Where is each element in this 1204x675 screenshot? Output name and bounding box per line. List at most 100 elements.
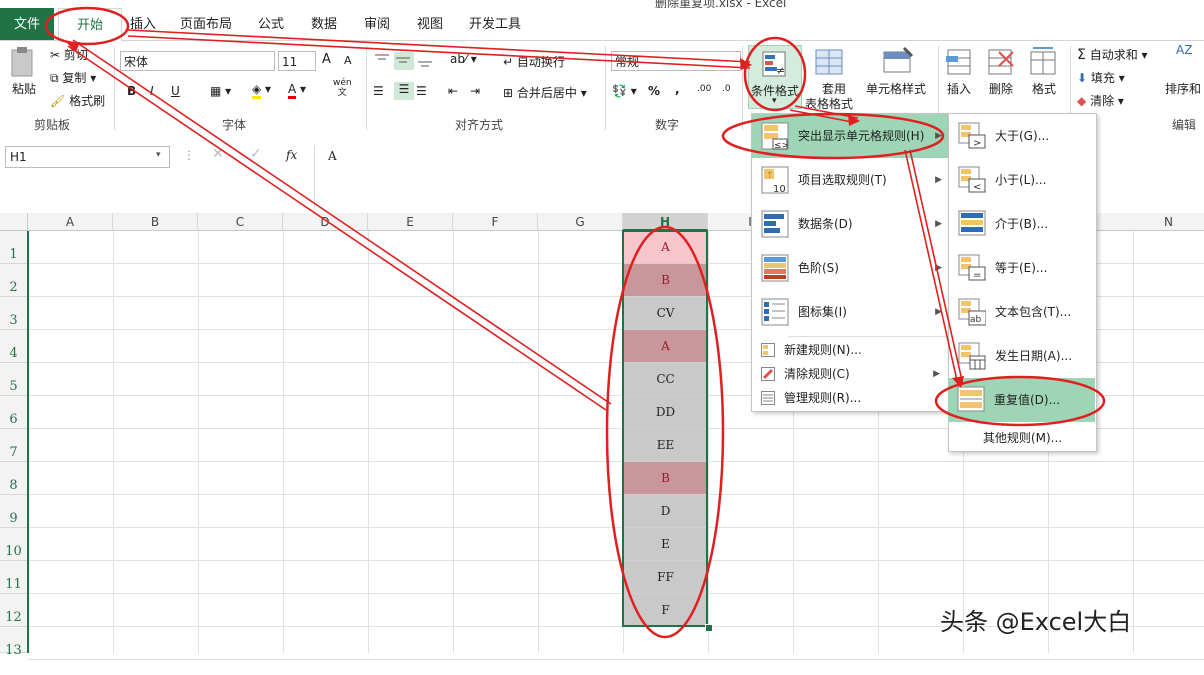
row-header-8[interactable]: 8 (0, 462, 28, 495)
tab-developer[interactable]: 开发工具 (463, 8, 527, 40)
increase-decimal-button[interactable]: .00 (697, 84, 711, 94)
tab-view[interactable]: 视图 (411, 8, 449, 40)
tab-formulas[interactable]: 公式 (252, 8, 290, 40)
tab-insert[interactable]: 插入 (124, 8, 162, 40)
merge-center-button[interactable]: ⊞ 合并后居中 ▾ (503, 84, 587, 101)
menu-duplicate-values[interactable]: 重复值(D)... (948, 378, 1095, 422)
border-button[interactable]: ▦ ▾ (210, 84, 231, 98)
menu-date-occurring[interactable]: 发生日期(A)... (949, 334, 1096, 378)
insert-cells-button[interactable] (944, 46, 974, 81)
row-header-11[interactable]: 11 (0, 561, 28, 594)
accounting-format-button[interactable]: 💱 ▾ (612, 84, 637, 98)
cut-button[interactable]: ✂ 剪切 (50, 46, 88, 63)
row-header-13[interactable]: 13 (0, 627, 28, 658)
font-size-select[interactable]: 11 (278, 51, 316, 71)
font-color-button[interactable]: A ▾ (288, 82, 306, 99)
row-header-2[interactable]: 2 (0, 264, 28, 297)
insert-function-icon[interactable]: fx (286, 148, 297, 162)
gridline-col (453, 231, 454, 653)
tab-data[interactable]: 数据 (305, 8, 343, 40)
row-header-4[interactable]: 4 (0, 330, 28, 363)
enter-icon[interactable]: ✓ (250, 146, 262, 162)
menu-highlight-cells-rules[interactable]: ≤> 突出显示单元格规则(H) ▶ (752, 114, 950, 158)
menu-manage-rules[interactable]: 管理规则(R)... (752, 386, 950, 410)
menu-greater-than[interactable]: > 大于(G)... (949, 114, 1096, 158)
column-header-g[interactable]: G (538, 213, 623, 231)
row-header-9[interactable]: 9 (0, 495, 28, 528)
row-header-5[interactable]: 5 (0, 363, 28, 396)
decrease-indent-button[interactable]: ⇤ (448, 84, 458, 98)
paste-button[interactable] (8, 46, 38, 80)
name-box[interactable]: H1 (5, 146, 170, 168)
column-header-c[interactable]: C (198, 213, 283, 231)
row-header-1[interactable]: 1 (0, 231, 28, 264)
menu-more-rules[interactable]: 其他规则(M)... (949, 426, 1096, 450)
row-header-6[interactable]: 6 (0, 396, 28, 429)
menu-between[interactable]: 介于(B)... (949, 202, 1096, 246)
align-right-button[interactable]: ☰ (416, 84, 427, 98)
column-header-n[interactable]: N (1133, 213, 1204, 231)
format-as-table-button[interactable] (810, 46, 850, 83)
tab-file[interactable]: 文件 (0, 8, 54, 40)
menu-text-contains[interactable]: ab 文本包含(T)... (949, 290, 1096, 334)
row-header-10[interactable]: 10 (0, 528, 28, 561)
select-all-corner[interactable] (0, 213, 28, 231)
format-painter-button[interactable]: 🖌 格式刷 (50, 92, 105, 109)
align-center-button[interactable]: ☰ (394, 82, 414, 100)
menu-data-bars[interactable]: 数据条(D) ▶ (752, 202, 950, 246)
clear-button[interactable]: ◆ 清除 ▾ (1077, 92, 1124, 109)
row-header-3[interactable]: 3 (0, 297, 28, 330)
align-bottom-button[interactable] (416, 52, 436, 70)
font-name-select[interactable]: 宋体 (120, 51, 275, 71)
column-header-d[interactable]: D (283, 213, 368, 231)
italic-button[interactable]: I (150, 84, 154, 98)
row-header-12[interactable]: 12 (0, 594, 28, 627)
column-header-f[interactable]: F (453, 213, 538, 231)
orientation-button[interactable]: ab⁄ ▾ (450, 52, 477, 66)
fill-handle[interactable] (705, 624, 713, 632)
menu-new-rule[interactable]: 新建规则(N)... (752, 338, 950, 362)
increase-indent-button[interactable]: ⇥ (470, 84, 480, 98)
highlight-rules-submenu: > 大于(G)... < 小于(L)... 介于(B)... = 等于(E)... ab 文本包… (948, 113, 1097, 452)
sort-filter-button[interactable]: 排序和 (1165, 80, 1201, 97)
cell-styles-button[interactable] (880, 46, 916, 83)
menu-color-scales[interactable]: 色阶(S) ▶ (752, 246, 950, 290)
menu-equal-to[interactable]: = 等于(E)... (949, 246, 1096, 290)
number-format-select[interactable]: 常规 (611, 51, 741, 71)
menu-clear-rules[interactable]: 清除规则(C) ▶ (752, 362, 950, 386)
copy-button[interactable]: ⧉ 复制 ▾ (50, 69, 96, 86)
align-middle-button[interactable] (394, 52, 414, 70)
menu-icon-sets[interactable]: 图标集(I) ▶ (752, 290, 950, 334)
tab-review[interactable]: 审阅 (358, 8, 396, 40)
bold-button[interactable]: B (127, 84, 136, 98)
menu-top-bottom-rules[interactable]: ↑ 10 项目选取规则(T) ▶ (752, 158, 950, 202)
shrink-font-button[interactable]: A (344, 54, 352, 67)
delete-cells-button[interactable] (985, 46, 1015, 81)
percent-button[interactable]: % (648, 84, 660, 98)
menu-item-label: 管理规则(R)... (784, 391, 862, 405)
currency-icon: 💱 (612, 84, 627, 98)
grow-font-button[interactable]: A (322, 52, 331, 67)
conditional-formatting-button[interactable]: ≠ 条件格式 ▾ (748, 45, 802, 109)
format-cells-button[interactable] (1027, 44, 1059, 81)
align-left-button[interactable]: ☰ (373, 84, 384, 98)
decrease-decimal-button[interactable]: .0 (722, 84, 731, 94)
fill-button[interactable]: ⬇ 填充 ▾ (1077, 69, 1125, 86)
tab-page-layout[interactable]: 页面布局 (175, 8, 237, 40)
row-header-7[interactable]: 7 (0, 429, 28, 462)
comma-button[interactable]: , (675, 82, 680, 96)
underline-button[interactable]: U (171, 84, 180, 98)
column-header-h[interactable]: H (623, 213, 708, 231)
autosum-button[interactable]: Σ 自动求和 ▾ (1077, 46, 1148, 63)
tab-home[interactable]: 开始 (58, 8, 122, 42)
align-top-button[interactable] (373, 52, 393, 70)
column-header-b[interactable]: B (113, 213, 198, 231)
column-header-e[interactable]: E (368, 213, 453, 231)
column-header-a[interactable]: A (28, 213, 113, 231)
top-bottom-icon: ↑ 10 (761, 166, 789, 194)
phonetic-button[interactable]: wén 文 (333, 78, 352, 98)
cancel-icon[interactable]: ✕ (212, 146, 224, 162)
fill-color-button[interactable]: ◈ ▾ (252, 82, 271, 99)
wrap-text-button[interactable]: ↵ 自动换行 (503, 53, 565, 70)
menu-less-than[interactable]: < 小于(L)... (949, 158, 1096, 202)
